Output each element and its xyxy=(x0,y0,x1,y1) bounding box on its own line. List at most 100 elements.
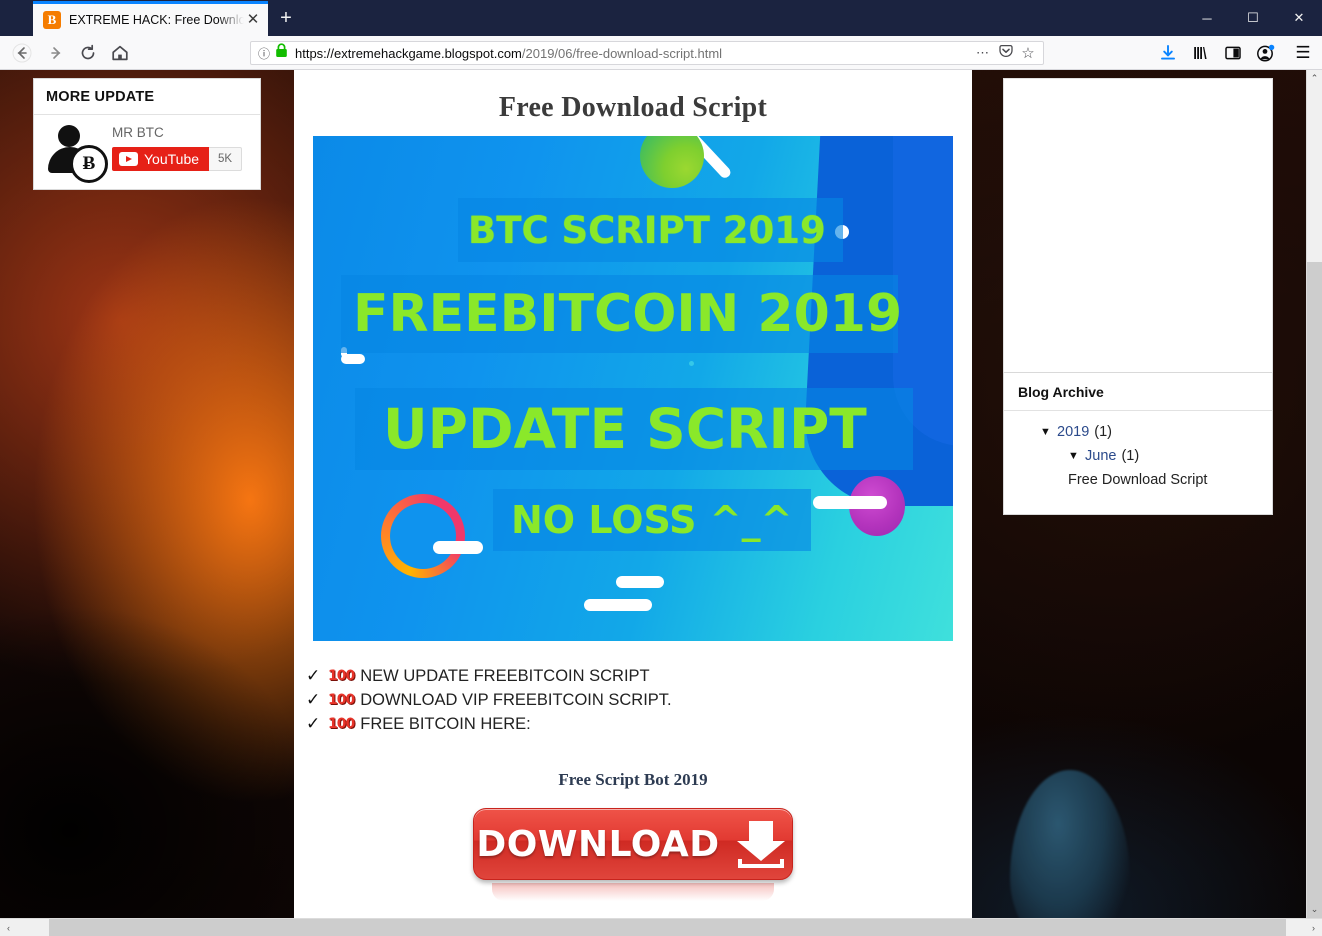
navigation-toolbar: ⓘ https://extremehackgame.blogspot.com/2… xyxy=(0,36,1322,70)
banner-line-1: BTC SCRIPT 2019 xyxy=(468,208,826,252)
scroll-left-icon[interactable]: ‹ xyxy=(0,919,17,936)
hundred-points-icon: 100 xyxy=(328,692,355,708)
title-bar: B EXTREME HACK: Free Download ✕ + ─ ☐ ✕ xyxy=(0,0,1322,36)
close-window-button[interactable]: ✕ xyxy=(1276,0,1322,36)
page-viewport: MORE UPDATE Ƀ MR BTC YouTube 5K Free Dow… xyxy=(0,70,1306,918)
youtube-subscribe-button[interactable]: YouTube xyxy=(112,147,210,171)
archive-month-count: (1) xyxy=(1121,448,1140,464)
post-subtitle: Free Script Bot 2019 xyxy=(558,770,708,789)
banner-text-row-4: NO LOSS ^_^ xyxy=(493,489,811,551)
list-item: ✓ 100 DOWNLOAD VIP FREEBITCOIN SCRIPT. xyxy=(306,689,972,712)
url-host: https://extremehackgame.blogspot.com xyxy=(295,45,522,61)
menu-icon[interactable]: ☰ xyxy=(1290,41,1316,65)
banner-gradient-ring xyxy=(381,494,465,578)
vertical-scrollbar-thumb[interactable] xyxy=(1307,262,1322,918)
vertical-scrollbar[interactable]: ⌃ ⌄ xyxy=(1306,70,1322,918)
banner-text-row-2: FREEBITCOIN 2019 xyxy=(341,275,902,353)
list-item-label: FREE BITCOIN HERE: xyxy=(360,715,531,733)
blogger-favicon-icon: B xyxy=(43,11,61,29)
home-icon[interactable] xyxy=(108,41,132,65)
check-icon: ✓ xyxy=(306,690,321,710)
hundred-points-icon: 100 xyxy=(328,716,355,732)
list-item-label: NEW UPDATE FREEBITCOIN SCRIPT xyxy=(360,667,650,685)
blog-archive-body: ▼ 2019 (1) ▼ June (1) Free Download Scri… xyxy=(1004,411,1272,514)
download-button[interactable]: DOWNLOAD xyxy=(473,808,793,880)
post-column: Free Download Script BTC SCRIPT 2019 FRE… xyxy=(294,70,972,918)
post-checklist: ✓ 100 NEW UPDATE FREEBITCOIN SCRIPT ✓ 10… xyxy=(294,641,972,736)
banner-text-row-1: BTC SCRIPT 2019 xyxy=(458,198,843,262)
hundred-points-icon: 100 xyxy=(328,668,355,684)
library-icon[interactable] xyxy=(1188,41,1214,65)
youtube-subscribe-row: YouTube 5K xyxy=(112,147,243,171)
banner-ring-bar xyxy=(433,541,483,554)
more-update-widget: MORE UPDATE Ƀ MR BTC YouTube 5K xyxy=(33,78,261,190)
maximize-window-button[interactable]: ☐ xyxy=(1230,0,1276,36)
download-arrow-icon xyxy=(734,819,790,869)
youtube-play-icon xyxy=(119,152,138,166)
url-bar[interactable]: ⓘ https://extremehackgame.blogspot.com/2… xyxy=(250,41,1044,65)
sidebar-icon[interactable] xyxy=(1220,41,1246,65)
youtube-label: YouTube xyxy=(144,151,200,167)
channel-avatar-icon: Ƀ xyxy=(46,125,108,183)
archive-month-link[interactable]: June xyxy=(1085,444,1116,468)
banner-purple-bar xyxy=(813,496,887,509)
banner-line-2: FREEBITCOIN 2019 xyxy=(353,284,903,344)
browser-window: B EXTREME HACK: Free Download ✕ + ─ ☐ ✕ … xyxy=(0,0,1322,936)
downloads-icon[interactable] xyxy=(1155,41,1181,65)
more-update-heading: MORE UPDATE xyxy=(34,79,260,115)
lock-icon xyxy=(273,43,289,63)
scroll-up-icon[interactable]: ⌃ xyxy=(1307,70,1322,87)
list-item-label: DOWNLOAD VIP FREEBITCOIN SCRIPT. xyxy=(360,691,672,709)
new-tab-button[interactable]: + xyxy=(272,5,300,31)
url-text[interactable]: https://extremehackgame.blogspot.com/201… xyxy=(295,46,971,61)
channel-info: MR BTC YouTube 5K xyxy=(112,123,243,171)
banner-text-row-3: UPDATE SCRIPT xyxy=(355,388,913,470)
pocket-icon[interactable] xyxy=(995,43,1017,64)
archive-year-link[interactable]: 2019 xyxy=(1057,420,1089,444)
chevron-down-icon[interactable]: ▼ xyxy=(1068,444,1085,468)
channel-name: MR BTC xyxy=(112,125,164,140)
banner-green-circle xyxy=(640,136,704,188)
forward-icon[interactable] xyxy=(44,41,68,65)
bookmark-star-icon[interactable]: ☆ xyxy=(1017,44,1039,62)
archive-post-row[interactable]: Free Download Script xyxy=(1018,468,1258,492)
page-actions-icon[interactable]: ⋯ xyxy=(971,45,995,61)
scroll-down-icon[interactable]: ⌄ xyxy=(1307,901,1322,918)
account-icon[interactable] xyxy=(1252,41,1278,65)
download-button-label: DOWNLOAD xyxy=(476,823,720,865)
site-info-icon[interactable]: ⓘ xyxy=(255,45,273,62)
banner-line-4: NO LOSS ^_^ xyxy=(511,498,793,542)
close-tab-icon[interactable]: ✕ xyxy=(244,11,262,29)
blog-archive-heading: Blog Archive xyxy=(1004,373,1272,411)
reload-icon[interactable] xyxy=(76,41,100,65)
post-title: Free Download Script xyxy=(498,92,768,123)
horizontal-scrollbar[interactable]: ‹ › xyxy=(0,918,1322,936)
bitcoin-icon: Ƀ xyxy=(70,145,108,183)
more-update-body: Ƀ MR BTC YouTube 5K xyxy=(34,115,260,189)
horizontal-scrollbar-thumb[interactable] xyxy=(49,919,1286,936)
list-item: ✓ 100 NEW UPDATE FREEBITCOIN SCRIPT xyxy=(306,665,972,688)
browser-tab[interactable]: B EXTREME HACK: Free Download ✕ xyxy=(33,1,268,36)
download-button-reflection xyxy=(492,883,774,901)
banner-bar-2 xyxy=(584,599,652,611)
post-banner-image: BTC SCRIPT 2019 FREEBITCOIN 2019 UPDATE … xyxy=(313,136,953,641)
archive-month-row[interactable]: ▼ June (1) xyxy=(1018,444,1258,468)
url-path: /2019/06/free-download-script.html xyxy=(521,45,723,61)
list-item: ✓ 100 FREE BITCOIN HERE: xyxy=(306,713,972,736)
chevron-down-icon[interactable]: ▼ xyxy=(1040,420,1057,444)
banner-white-hook xyxy=(341,347,365,364)
banner-bar-1 xyxy=(616,576,664,588)
subscriber-count[interactable]: 5K xyxy=(209,147,243,171)
check-icon: ✓ xyxy=(306,666,321,686)
archive-year-count: (1) xyxy=(1094,424,1112,440)
check-icon: ✓ xyxy=(306,714,321,734)
archive-post-link[interactable]: Free Download Script xyxy=(1068,468,1207,492)
download-button-wrapper: DOWNLOAD xyxy=(473,808,793,901)
blog-archive-widget: Blog Archive ▼ 2019 (1) ▼ June (1) Free … xyxy=(1003,372,1273,515)
minimize-window-button[interactable]: ─ xyxy=(1184,0,1230,36)
back-icon[interactable] xyxy=(10,41,34,65)
scroll-right-icon[interactable]: › xyxy=(1305,919,1322,936)
ad-placeholder xyxy=(1003,78,1273,418)
archive-year-row[interactable]: ▼ 2019 (1) xyxy=(1018,420,1258,444)
banner-mini-dot xyxy=(689,361,694,366)
